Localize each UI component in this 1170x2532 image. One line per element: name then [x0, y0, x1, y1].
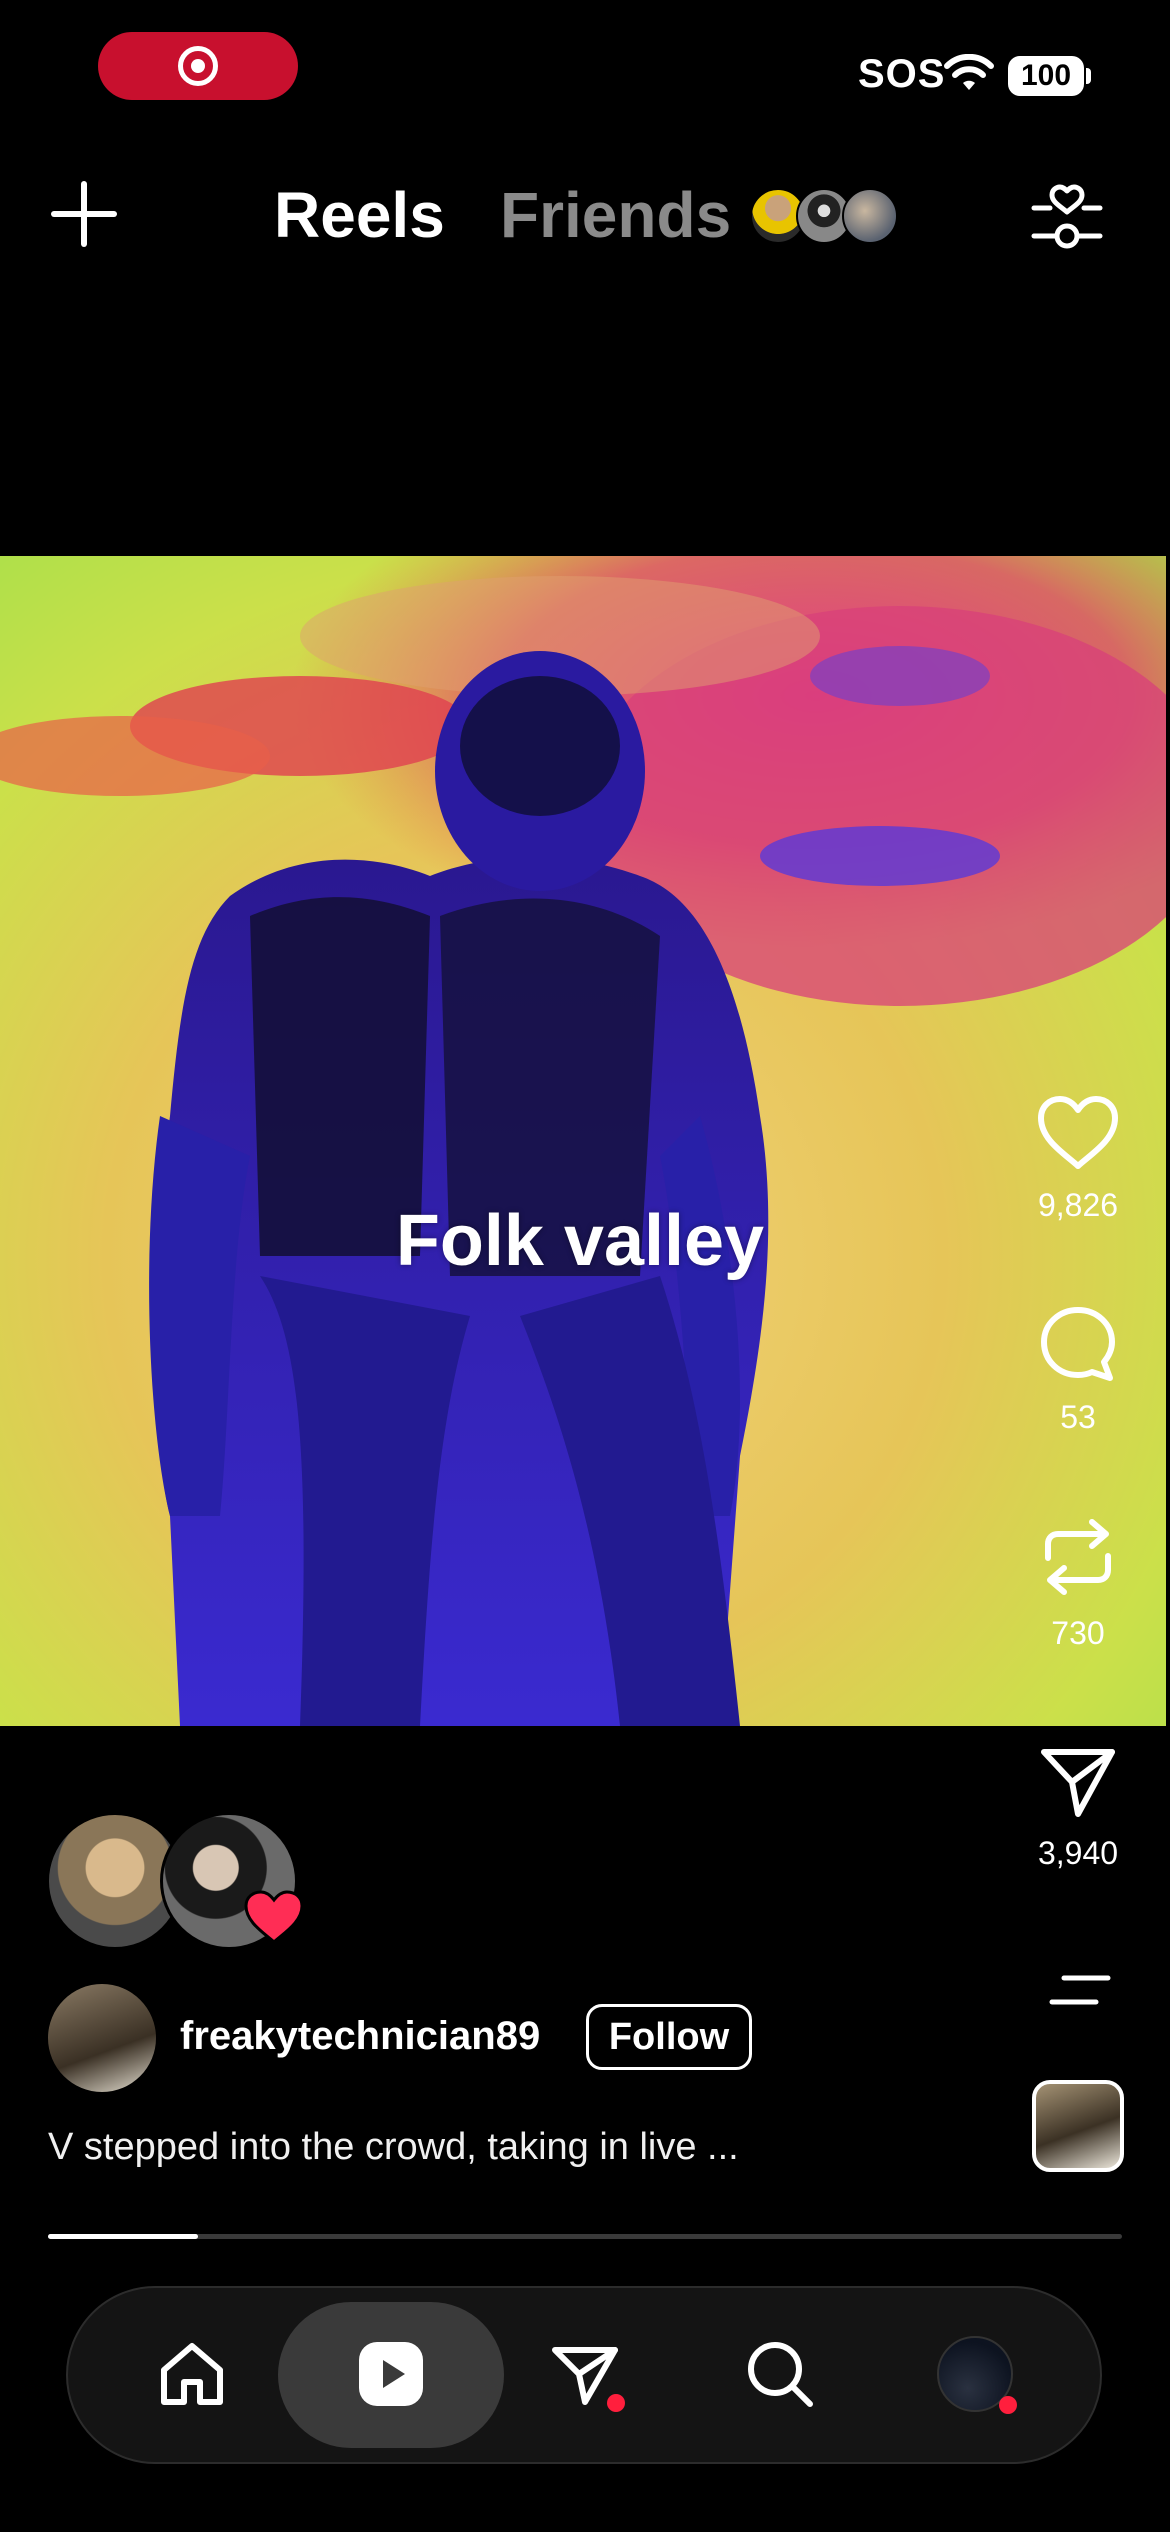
nav-search[interactable]	[740, 2334, 820, 2414]
battery-tip	[1086, 68, 1091, 84]
reels-icon	[359, 2342, 423, 2406]
repost-count: 730	[1051, 1615, 1105, 1651]
video-progress-fill	[48, 2234, 199, 2239]
video-text-overlay: Folk valley	[395, 1201, 765, 1281]
repost-button[interactable]: 730	[998, 1514, 1158, 1652]
screen-recording-indicator[interactable]	[98, 32, 298, 100]
follow-button[interactable]: Follow	[586, 2004, 752, 2070]
nav-home[interactable]	[152, 2334, 232, 2414]
nav-reels[interactable]	[351, 2334, 431, 2414]
record-icon	[178, 46, 218, 86]
comment-icon	[1041, 1307, 1115, 1381]
home-icon	[161, 2343, 223, 2405]
search-icon	[748, 2342, 813, 2407]
send-icon	[1041, 1749, 1115, 1817]
sos-label: SOS	[858, 52, 946, 96]
reel-caption[interactable]: V stepped into the crowd, taking in live…	[48, 2126, 739, 2169]
comment-button[interactable]: 53	[998, 1304, 1158, 1436]
friends-avatar-stack[interactable]	[750, 188, 900, 244]
share-count: 3,940	[1037, 1835, 1119, 1871]
notification-badge	[999, 2396, 1017, 2414]
author-avatar[interactable]	[48, 1984, 156, 2092]
heart-badge-icon	[244, 1890, 304, 1945]
heart-icon	[1038, 1096, 1118, 1169]
repost-icon	[1045, 1519, 1111, 1595]
notification-badge	[607, 2394, 625, 2412]
like-count: 9,826	[1037, 1187, 1119, 1223]
video-progress-bar[interactable]	[48, 2234, 1122, 2239]
reel-video[interactable]	[0, 556, 1166, 1726]
reel-video-frame	[0, 556, 1166, 1726]
author-username[interactable]: freakytechnician89	[180, 2014, 540, 2059]
tab-reels[interactable]: Reels	[274, 178, 445, 252]
avatar	[842, 188, 898, 244]
comment-count: 53	[1060, 1399, 1096, 1435]
wifi-icon	[944, 54, 994, 90]
nav-messages[interactable]	[545, 2334, 625, 2414]
share-button[interactable]: 3,940	[998, 1744, 1158, 1872]
nav-profile[interactable]	[935, 2334, 1017, 2414]
audio-thumbnail[interactable]	[1032, 2080, 1124, 2172]
tab-friends[interactable]: Friends	[500, 178, 731, 252]
more-menu-icon[interactable]	[1048, 1970, 1114, 2010]
like-button[interactable]: 9,826	[998, 1094, 1158, 1224]
battery-indicator: 100	[1008, 56, 1084, 96]
plus-icon[interactable]	[50, 180, 118, 248]
heart-sliders-icon[interactable]	[1030, 180, 1104, 254]
